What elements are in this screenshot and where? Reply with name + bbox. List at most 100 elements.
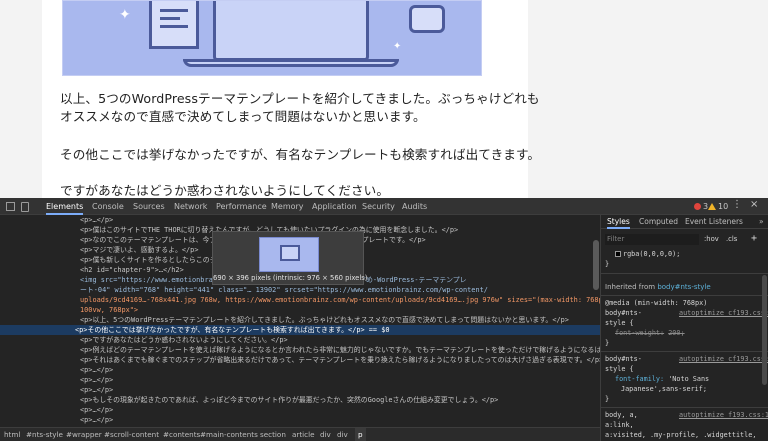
devtools-panel: Elements Console Sources Network Perform… <box>0 198 768 441</box>
color-swatch-icon[interactable] <box>615 251 621 257</box>
article-paragraph: 以上、5つのWordPressテーマテンプレートを紹介してきました。ぶっちゃけど… <box>60 91 540 106</box>
breadcrumb-item[interactable]: html <box>4 428 20 441</box>
web-page: ✦ ✦ 以上、5つのWordPressテーマテンプレートを紹介してきました。ぶっ… <box>0 0 768 200</box>
hover-state-button[interactable]: :hov <box>704 235 719 243</box>
styles-scrollbar[interactable] <box>762 275 767 385</box>
rule-source-link[interactable]: autoptimize_cf193.css:5 <box>679 355 768 363</box>
class-toggle-button[interactable]: .cls <box>726 235 737 243</box>
warning-count-badge[interactable]: 10 <box>708 202 728 211</box>
rule-selector[interactable]: a:visited, .my-profile, .widgettitle, <box>605 431 756 439</box>
dom-node[interactable]: <p>…</p> <box>80 215 113 225</box>
kebab-menu-icon[interactable]: ⋮ <box>732 199 742 210</box>
dom-node[interactable]: <p>…</p> <box>80 405 113 415</box>
image-preview-tooltip: 690 × 396 pixels (intrinsic: 976 × 560 p… <box>212 231 368 285</box>
rule-selector[interactable]: body, a, <box>605 411 638 419</box>
rule-source-link[interactable]: autoptimize_f193.css:18 <box>679 411 768 419</box>
dom-node[interactable]: <p>…</p> <box>80 365 113 375</box>
article-hero-image: ✦ ✦ <box>62 0 482 76</box>
breadcrumb: html #nts-style #wrapper #scroll-content… <box>0 427 600 441</box>
rule-selector[interactable]: style { <box>605 365 634 373</box>
tab-application[interactable]: Application <box>312 198 357 215</box>
dom-node[interactable]: <p>例えばどのテーマテンプレートを使えば稼げるようになるとか言われたら非常に魅… <box>80 345 600 355</box>
image-thumbnail <box>259 237 319 272</box>
close-icon[interactable]: × <box>750 199 758 210</box>
breadcrumb-item-current[interactable]: p <box>355 428 366 441</box>
rule-selector[interactable]: body#nts- <box>605 309 642 317</box>
breadcrumb-item[interactable]: div <box>320 428 331 441</box>
breadcrumb-item[interactable]: article <box>292 428 315 441</box>
media-query: @media (min-width: 768px) <box>605 299 708 307</box>
breadcrumb-item[interactable]: #contents <box>163 428 200 441</box>
article-paragraph: その他ここでは挙げなかったですが、有名なテンプレートも検索すれば出てきます。 <box>60 147 541 162</box>
dom-node[interactable]: <h2 id="chapter-9">…</h2> <box>80 265 184 275</box>
chat-bubble-illustration <box>409 5 445 33</box>
breadcrumb-item[interactable]: #nts-style <box>26 428 63 441</box>
dom-node[interactable]: ート-04" width="768" height="441" class="…… <box>80 285 488 295</box>
dom-node[interactable]: <p>マジで凄いよ、感動するよ。</p> <box>80 245 198 255</box>
new-rule-button[interactable]: + <box>751 233 757 244</box>
error-count-badge[interactable]: 3 <box>694 202 708 211</box>
breadcrumb-item[interactable]: #main-contents <box>200 428 258 441</box>
rule-close-brace: } <box>605 339 610 347</box>
rule-close-brace: } <box>605 395 610 403</box>
dom-node[interactable]: <p>…</p> <box>80 415 113 425</box>
dom-node[interactable]: <p>…</p> <box>80 375 113 385</box>
dom-node[interactable]: <p>以上、5つのWordPressテーマテンプレートを紹介してきました。ぶっち… <box>80 315 569 325</box>
document-illustration <box>149 1 199 49</box>
tab-event-listeners[interactable]: Event Listeners <box>685 215 743 229</box>
devtools-tab-bar: Elements Console Sources Network Perform… <box>0 198 600 215</box>
breadcrumb-item[interactable]: div <box>337 428 348 441</box>
article-paragraph: オススメなので直感で決めてしまって問題はないかと思います。 <box>60 109 426 124</box>
rule-source-link[interactable]: autoptimize_cf193.css:5 <box>679 309 768 317</box>
devtools-status-bar: 3 10 ⋮ × <box>600 198 768 215</box>
rule-close-brace: } <box>605 260 610 268</box>
tab-computed[interactable]: Computed <box>639 215 678 229</box>
styles-pane: Styles Computed Event Listeners » Filter… <box>600 215 768 441</box>
rule-selector[interactable]: a:link, <box>605 421 634 429</box>
divider <box>601 273 768 274</box>
rule-selector[interactable]: style { <box>605 319 634 327</box>
divider <box>601 407 768 408</box>
elements-scrollbar[interactable] <box>593 240 599 290</box>
tab-performance[interactable]: Performance <box>216 198 267 215</box>
device-toolbar-icon[interactable] <box>21 202 29 212</box>
breadcrumb-item[interactable]: #scroll-content <box>104 428 159 441</box>
style-value: rgba(0,0,0,0); <box>615 250 680 258</box>
breadcrumb-item[interactable]: section <box>260 428 286 441</box>
styles-filter-input[interactable]: Filter <box>605 234 699 245</box>
dom-node[interactable]: <p>それはあくまでも稼ぐまでのステップが省略出来るだけであって、テーマテンプレ… <box>80 355 600 365</box>
tab-network[interactable]: Network <box>174 198 207 215</box>
tab-elements[interactable]: Elements <box>46 198 84 215</box>
inherited-label: Inherited from body#nts-style <box>605 283 711 291</box>
laptop-base-illustration <box>183 59 399 67</box>
error-icon <box>694 203 701 210</box>
dom-node[interactable]: 100vw, 768px"> <box>80 305 138 315</box>
dom-node[interactable]: <p>ですがあなたはどうか惑わされないようにしてください。</p> <box>80 335 288 345</box>
style-value-continued: Japanese',sans-serif; <box>621 385 707 393</box>
styles-tab-bar: Styles Computed Event Listeners » <box>601 215 768 229</box>
inspect-element-icon[interactable] <box>6 202 15 211</box>
dom-node[interactable]: <p>もしその現象が起きたのであれば、よっぽど今までのサイト作りが最悪だったか、… <box>80 395 498 405</box>
breadcrumb-item[interactable]: #wrapper <box>66 428 102 441</box>
tab-memory[interactable]: Memory <box>271 198 304 215</box>
style-declaration[interactable]: font-family: 'Noto Sans <box>615 375 709 383</box>
tab-audits[interactable]: Audits <box>402 198 427 215</box>
style-declaration-struck[interactable]: font-weight: 200; <box>615 329 685 337</box>
divider <box>601 351 768 352</box>
tab-security[interactable]: Security <box>362 198 395 215</box>
warning-icon <box>708 203 716 210</box>
inherited-from-link[interactable]: body#nts-style <box>657 283 710 291</box>
more-tabs-icon[interactable]: » <box>759 215 764 229</box>
dom-node[interactable]: <p>…</p> <box>80 385 113 395</box>
sparkle-icon: ✦ <box>119 7 131 23</box>
dom-node-selected[interactable]: <p>その他ここでは挙げなかったですが、有名なテンプレートも検索すれば出てきます… <box>0 325 600 335</box>
tab-styles[interactable]: Styles <box>607 215 630 229</box>
dom-node[interactable]: uploads/9cd4169…-768x441.jpg 768w, https… <box>80 295 600 305</box>
image-dimensions-label: 690 × 396 pixels (intrinsic: 976 × 560 p… <box>213 274 368 282</box>
tab-sources[interactable]: Sources <box>133 198 165 215</box>
rule-selector[interactable]: body#nts- <box>605 355 642 363</box>
tab-console[interactable]: Console <box>92 198 124 215</box>
sparkle-icon: ✦ <box>393 41 402 52</box>
laptop-illustration <box>213 1 369 61</box>
divider <box>601 295 768 296</box>
